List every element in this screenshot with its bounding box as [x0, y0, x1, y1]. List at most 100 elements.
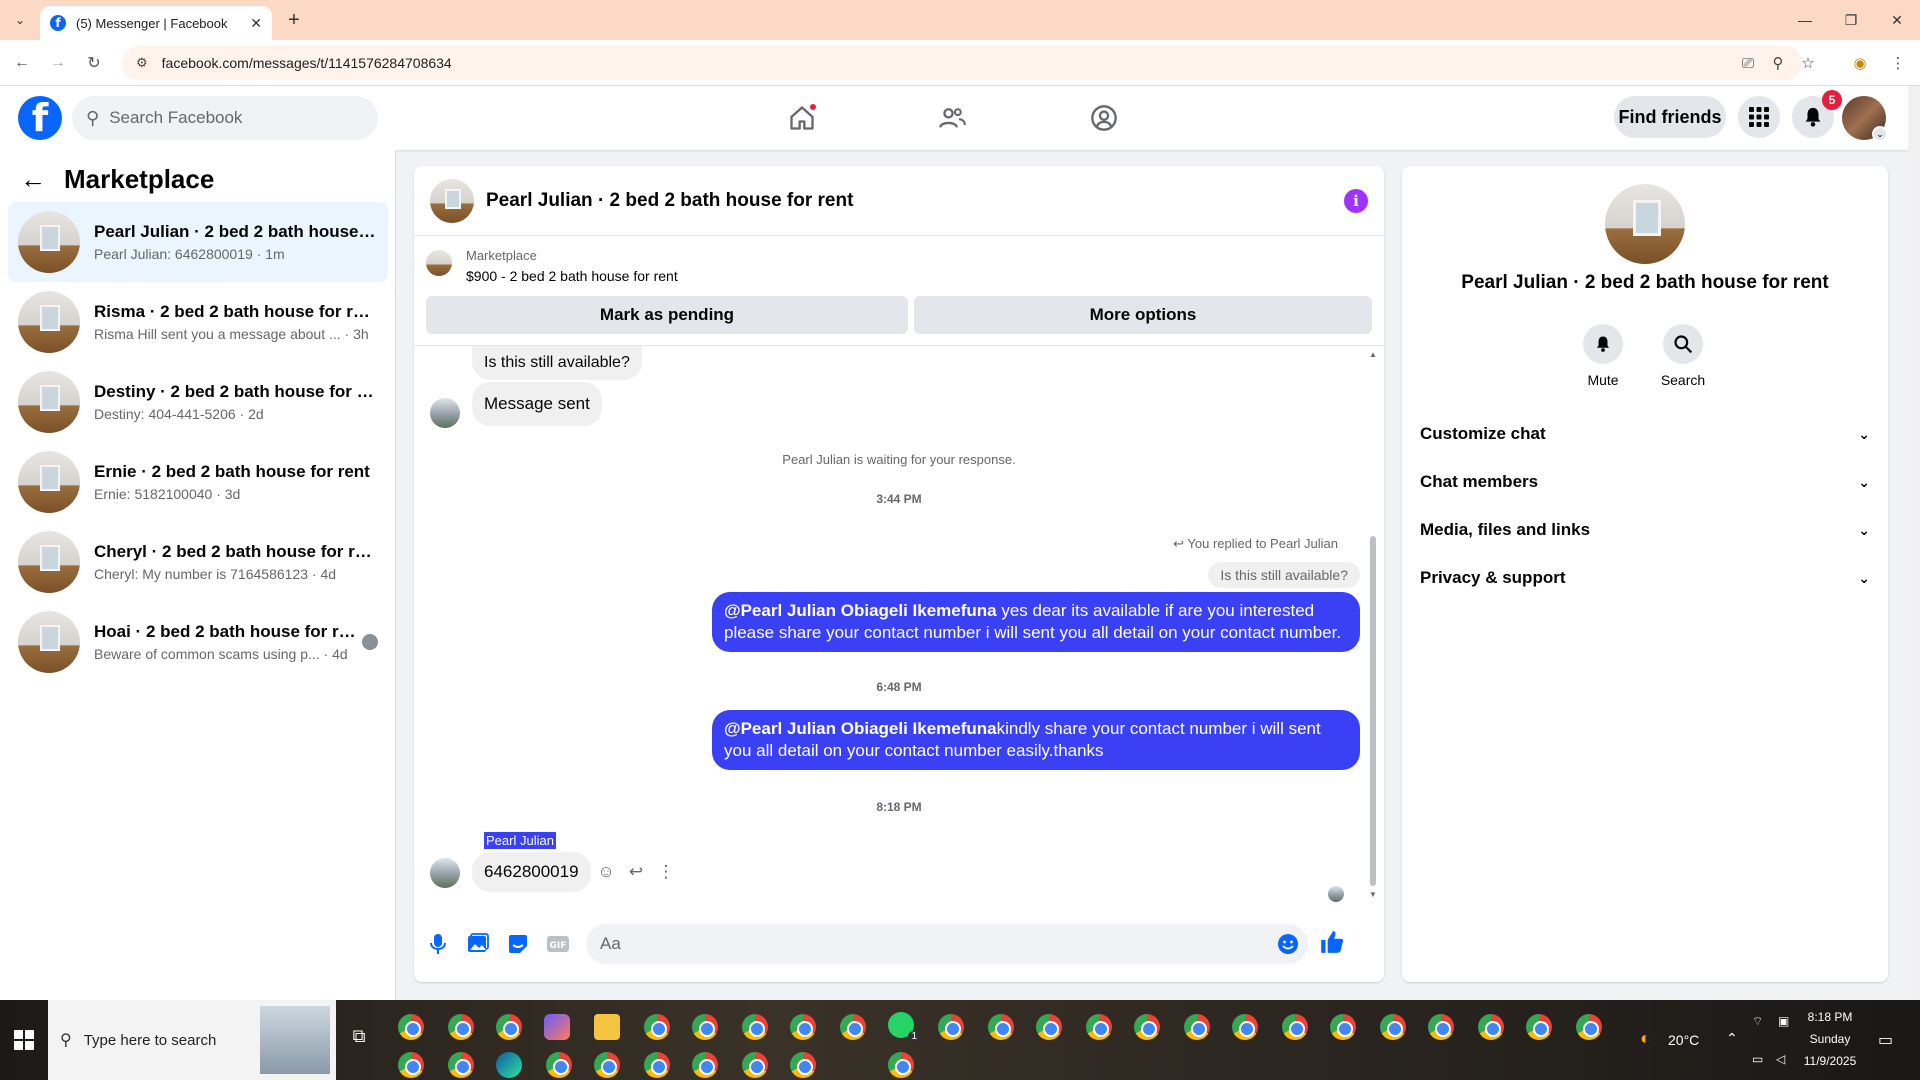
chat-members-row[interactable]: Chat members ⌄ [1410, 460, 1880, 504]
new-tab-plus-icon[interactable]: + [282, 8, 306, 32]
chrome-icon[interactable] [1134, 1014, 1160, 1040]
account-chevron-down-icon[interactable]: ⌄ [1872, 126, 1888, 142]
chrome-icon[interactable] [448, 1014, 474, 1040]
react-smiley-icon[interactable]: ☺ [594, 860, 618, 884]
chrome-icon[interactable] [1428, 1014, 1454, 1040]
chat-thumbnail[interactable] [430, 178, 474, 223]
chrome-icon[interactable] [692, 1052, 718, 1078]
media-files-links-row[interactable]: Media, files and links ⌄ [1410, 508, 1880, 552]
chrome-icon[interactable] [1576, 1014, 1602, 1040]
chrome-icon[interactable] [938, 1014, 964, 1040]
emoji-icon[interactable] [1274, 930, 1302, 958]
bell-icon[interactable] [1583, 324, 1623, 364]
more-options-button[interactable]: More options [914, 296, 1372, 334]
reply-arrow-icon[interactable]: ↩ [624, 860, 648, 884]
chrome-icon[interactable] [1232, 1014, 1258, 1040]
find-friends-button[interactable]: Find friends [1614, 96, 1726, 138]
more-dots-icon[interactable]: ⋮ [654, 860, 678, 884]
conversation-item[interactable]: Pearl Julian · 2 bed 2 bath house f... P… [8, 202, 388, 282]
photo-icon[interactable] [464, 930, 492, 958]
microphone-icon[interactable] [424, 930, 452, 958]
message-bubble-in[interactable]: Message sent [472, 382, 602, 426]
scroll-thumb[interactable] [1370, 536, 1376, 886]
listing-mini-thumbnail[interactable] [426, 250, 452, 276]
sticker-icon[interactable] [504, 930, 532, 958]
message-input[interactable] [586, 924, 1308, 964]
file-explorer-icon[interactable] [594, 1014, 620, 1040]
chrome-icon[interactable] [742, 1052, 768, 1078]
taskbar-date[interactable]: 11/9/2025 [1800, 1054, 1860, 1068]
chrome-icon[interactable] [1478, 1014, 1504, 1040]
listing-price[interactable]: $900 - 2 bed 2 bath house for rent [466, 268, 678, 284]
windows-start-icon[interactable] [0, 1000, 48, 1080]
bookmark-star-icon[interactable]: ☆ [1796, 51, 1820, 75]
customize-chat-row[interactable]: Customize chat ⌄ [1410, 412, 1880, 456]
chrome-icon[interactable] [398, 1014, 424, 1040]
chrome-icon[interactable] [840, 1014, 866, 1040]
listing-large-thumbnail[interactable] [1605, 184, 1685, 264]
tab-list-chevron-icon[interactable]: ⌄ [8, 8, 32, 32]
browser-menu-icon[interactable]: ⋮ [1886, 51, 1910, 75]
chrome-icon[interactable] [742, 1014, 768, 1040]
address-bar[interactable]: ⚙ facebook.com/messages/t/11415762847086… [122, 46, 1802, 80]
chrome-icon[interactable] [644, 1014, 670, 1040]
chrome-icon[interactable] [790, 1052, 816, 1078]
search-action[interactable]: Search [1643, 324, 1723, 388]
task-view-icon[interactable]: ⧉ [346, 1026, 372, 1052]
mute-action[interactable]: Mute [1563, 324, 1643, 388]
install-app-icon[interactable]: ⎚ [1736, 51, 1760, 75]
weather-temp[interactable]: 20°C [1668, 1032, 1699, 1048]
edge-icon[interactable] [496, 1052, 522, 1078]
message-bubble-in[interactable]: 6462800019 [472, 852, 591, 892]
chrome-icon[interactable] [644, 1052, 670, 1078]
home-nav[interactable] [772, 94, 832, 142]
facebook-search-input[interactable] [109, 108, 350, 128]
copilot-icon[interactable] [544, 1014, 570, 1040]
restore-icon[interactable]: ❐ [1836, 8, 1866, 32]
back-arrow-icon[interactable]: ← [10, 51, 34, 75]
message-bubble-in[interactable]: Is this still available? [472, 346, 642, 380]
browser-tab[interactable]: f (5) Messenger | Facebook ✕ [40, 6, 272, 40]
chrome-icon[interactable] [1086, 1014, 1112, 1040]
chrome-icon[interactable] [1282, 1014, 1308, 1040]
taskbar-search[interactable]: ⚲ Type here to search [48, 1000, 336, 1080]
friends-nav[interactable] [922, 94, 982, 142]
battery-icon[interactable]: ▭ [1752, 1052, 1763, 1066]
minimize-icon[interactable]: — [1790, 8, 1820, 32]
site-settings-icon[interactable]: ⚙ [136, 55, 148, 71]
chrome-icon[interactable] [1526, 1014, 1552, 1040]
chrome-icon[interactable] [398, 1052, 424, 1078]
chrome-icon[interactable] [448, 1052, 474, 1078]
message-bubble-out[interactable]: @Pearl Julian Obiageli Ikemefuna yes dea… [712, 592, 1360, 652]
chrome-icon[interactable] [888, 1052, 914, 1078]
menu-grid-button[interactable] [1738, 96, 1780, 138]
conversation-item[interactable]: Risma · 2 bed 2 bath house for rent Rism… [8, 282, 388, 362]
facebook-search[interactable]: ⚲ [72, 96, 378, 140]
forward-arrow-icon[interactable]: → [46, 51, 70, 75]
privacy-support-row[interactable]: Privacy & support ⌄ [1410, 556, 1880, 600]
network-icon[interactable]: ⌔ [1752, 1014, 1763, 1029]
notifications-button[interactable]: 5 [1792, 90, 1842, 138]
sender-avatar[interactable] [430, 398, 460, 428]
page-scrollbar[interactable] [1908, 86, 1920, 1000]
quoted-message[interactable]: Is this still available? [1208, 562, 1360, 588]
tray-chevron-up-icon[interactable]: ⌃ [1726, 1030, 1738, 1047]
profile-icon[interactable]: ◉ [1848, 51, 1872, 75]
back-arrow-icon[interactable]: ← [20, 164, 46, 195]
taskbar-day[interactable]: Sunday [1800, 1032, 1860, 1046]
notification-center-icon[interactable]: ▭ [1878, 1030, 1893, 1050]
tab-close-icon[interactable]: ✕ [250, 15, 262, 32]
thread-scrollbar[interactable]: ▲ ▼ [1368, 350, 1378, 899]
mention[interactable]: @Pearl Julian Obiageli Ikemefuna [724, 601, 997, 620]
chat-title[interactable]: Pearl Julian · 2 bed 2 bath house for re… [486, 190, 1344, 212]
gif-icon[interactable]: GIF [544, 930, 572, 958]
groups-nav[interactable] [1074, 94, 1134, 142]
search-icon[interactable] [1663, 324, 1703, 364]
close-window-icon[interactable]: ✕ [1882, 8, 1912, 32]
conversation-item[interactable]: Hoai · 2 bed 2 bath house for rent Bewar… [8, 602, 388, 682]
search-highlight-image[interactable] [260, 1006, 330, 1074]
taskbar-time[interactable]: 8:18 PM [1800, 1010, 1860, 1024]
message-bubble-out[interactable]: @Pearl Julian Obiageli Ikemefunakindly s… [712, 710, 1360, 770]
conversation-info-icon[interactable]: i [1344, 188, 1368, 213]
zoom-icon[interactable]: ⚲ [1766, 51, 1790, 75]
